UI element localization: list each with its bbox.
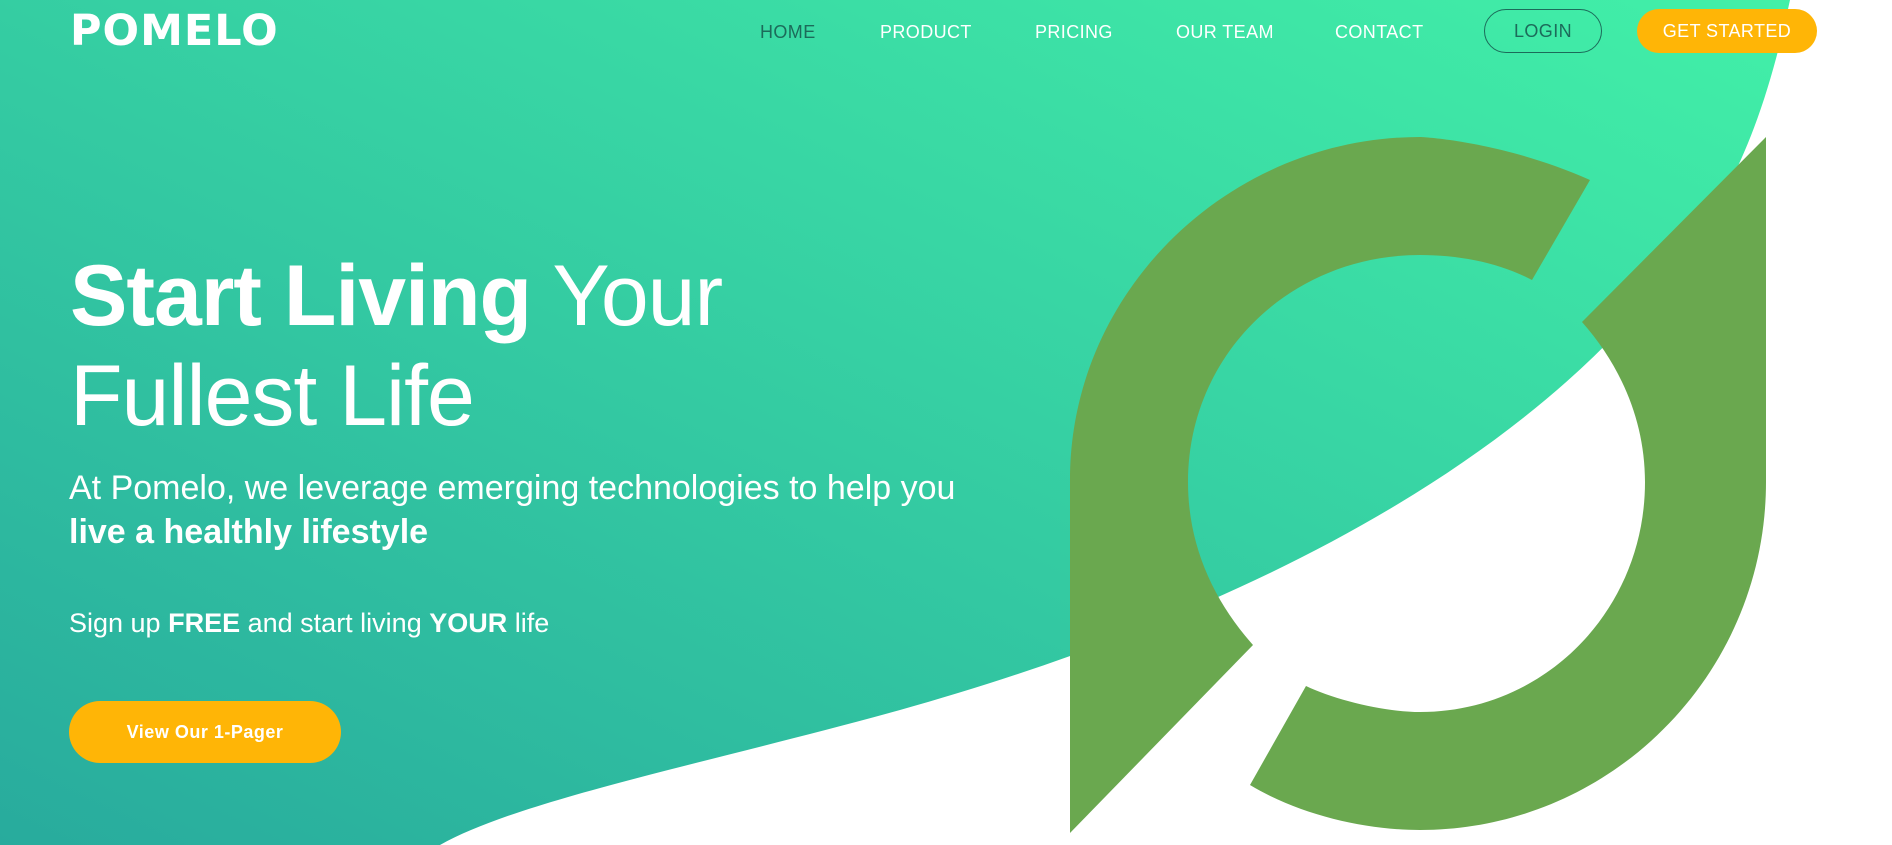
signup-text-5: life: [514, 608, 550, 638]
nav-pricing[interactable]: PRICING: [1035, 21, 1113, 43]
signup-text-4: YOUR: [429, 608, 508, 638]
signup-text-3: and start living: [247, 608, 422, 638]
pomelo-brand-mark: [1070, 137, 1766, 833]
subline-bold: live a healthly lifestyle: [69, 513, 429, 551]
headline-bold: Start Living: [70, 248, 532, 344]
top-nav: HOME PRODUCT PRICING OUR TEAM CONTACT LO…: [0, 0, 1892, 64]
nav-our-team[interactable]: OUR TEAM: [1176, 21, 1274, 43]
hero-headline: Start Living Your Fullest Life: [70, 246, 723, 446]
login-button[interactable]: LOGIN: [1484, 9, 1602, 53]
get-started-button[interactable]: GET STARTED: [1637, 9, 1817, 53]
headline-light-2: Fullest Life: [70, 348, 475, 444]
subline-regular: At Pomelo, we leverage emerging technolo…: [69, 469, 956, 507]
signup-text-1: Sign up: [69, 608, 161, 638]
hero-subline: At Pomelo, we leverage emerging technolo…: [69, 466, 969, 554]
nav-product[interactable]: PRODUCT: [880, 21, 972, 43]
landing-page: POMELO HOME PRODUCT PRICING OUR TEAM CON…: [0, 0, 1892, 845]
nav-contact[interactable]: CONTACT: [1335, 21, 1423, 43]
signup-line: Sign up FREE and start living YOUR life: [69, 606, 549, 640]
nav-home[interactable]: HOME: [760, 21, 816, 43]
view-one-pager-button[interactable]: View Our 1-Pager: [69, 701, 341, 763]
headline-light-1: Your: [552, 248, 723, 344]
signup-text-2: FREE: [168, 608, 241, 638]
